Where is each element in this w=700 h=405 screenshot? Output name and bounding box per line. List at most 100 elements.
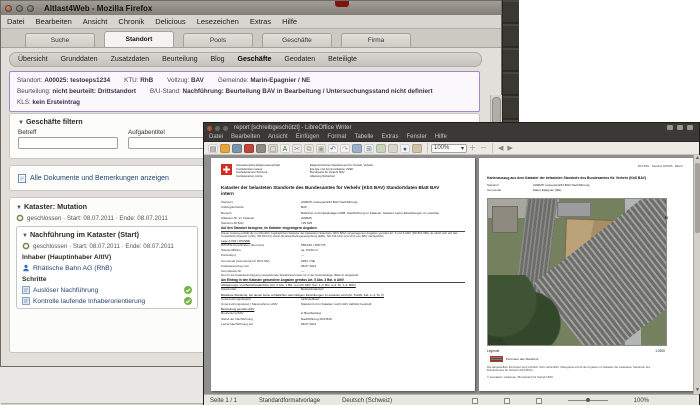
standort-infobox: Standort: A00025: testoeps1234 KTU: RhB Vo… [9,71,480,112]
new-document-icon[interactable]: ▤ [208,143,218,153]
single-page-view-icon[interactable] [471,397,478,404]
scroll-down-icon[interactable]: ▼ [694,387,700,394]
section-nav-item[interactable]: Geschäfte [238,56,272,63]
spelling-icon[interactable]: A [280,143,290,153]
close-icon[interactable] [207,125,212,131]
app-tab[interactable]: Geschäfte [262,33,332,47]
show-all-documents-link[interactable]: Alle Dokumente und Bemerkungen anzeigen [30,175,169,182]
language-indicator[interactable]: Deutsch (Schweiz) [342,398,392,404]
style-indicator[interactable]: Standardformatvorlage [259,398,320,404]
zoom-in-icon[interactable]: ＋ [469,143,476,153]
next-page-icon[interactable]: ▶ [507,144,512,152]
menu-item[interactable]: Chronik [118,17,144,26]
section-nav-item[interactable]: Geodaten [284,56,315,63]
trees [488,274,563,345]
map-footnote: Die dargestellten Perimeter sind rechtli… [487,364,651,373]
app-tab[interactable]: Pools [183,33,253,47]
save-icon[interactable] [232,143,242,153]
export-pdf-icon[interactable] [244,143,254,153]
prev-page-icon[interactable]: ◀ [498,144,503,152]
zoom-slider[interactable] [567,398,608,402]
app-tab[interactable]: Standort [104,31,174,47]
menu-item[interactable]: Format [327,134,346,140]
menu-item[interactable]: Hilfe [282,17,297,26]
toolbar-separator [492,143,493,153]
print-icon[interactable] [256,143,266,153]
section-nav-item[interactable]: Blog [211,56,225,63]
menu-item[interactable]: Datei [209,134,223,140]
section-nav-item[interactable]: Beurteilung [162,56,197,63]
menu-item[interactable]: Einfügen [296,134,320,140]
filter-input[interactable] [18,137,118,149]
find-icon[interactable] [388,143,398,153]
desktop: Altlast4Web - Mozilla Firefox Datei Bearb… [0,0,700,405]
schritte-label: Schritte [22,276,47,283]
print-preview-icon[interactable]: ▢ [268,143,278,153]
book-view-icon[interactable] [535,397,542,404]
department-line: Abteilung Sicherheit [309,173,335,178]
firefox-titlebar[interactable]: Altlast4Web - Mozilla Firefox [1,1,501,15]
redo-icon[interactable]: ↷ [340,143,350,153]
inhaber-link[interactable]: Rhätische Bahn AG (RhB) [33,265,112,272]
map-copyright: © Geodaten: swisstopo / Bundesamt für Ve… [487,375,554,380]
nachfuehrung-header[interactable]: ▼ Nachführung im Kataster (Start) [22,230,192,239]
navigator-icon[interactable]: ● [400,143,410,153]
drawing-icon[interactable] [376,143,386,153]
section-nav-item[interactable]: Beteiligte [328,56,357,63]
minimize-icon[interactable] [16,4,23,12]
info-pair: Vollzug: BAV [167,77,204,84]
keyboard-indicator-icon[interactable] [667,125,673,130]
menu-item[interactable]: Bearbeiten [36,17,72,26]
gear-icon [22,242,30,250]
section-nav: Übersicht Grunddaten Zusatzdaten Beurteilun… [9,52,482,67]
open-icon[interactable] [220,143,230,153]
maximize-icon[interactable] [223,125,228,131]
app-tab[interactable]: Suche [25,33,95,47]
paste-icon[interactable]: ▣ [316,143,326,153]
undo-icon[interactable]: ↶ [328,143,338,153]
table-icon[interactable]: ⊞ [364,143,374,153]
vertical-scrollbar[interactable]: ▲ ▼ [693,155,700,394]
menu-item[interactable]: Fenster [406,134,426,140]
menu-item[interactable]: Datei [7,17,25,26]
writer-titlebar[interactable]: report [schreibgeschützt] - LibreOffice … [204,123,699,133]
zoom-out-icon[interactable]: － [480,143,487,153]
menu-item[interactable]: Bearbeiten [231,134,260,140]
zoom-slider-handle[interactable] [585,398,590,402]
report-row: Untersuchungsstand / Massnahmen AltlV Sta… [221,302,372,307]
zoom-select[interactable]: 100% ▾ [431,143,467,153]
menu-item[interactable]: Extras [250,17,271,26]
minimize-icon[interactable] [215,125,220,131]
section-nav-item[interactable]: Übersicht [18,56,48,63]
step-link[interactable]: Kontrolle laufende Inhaberorientierung [33,298,145,305]
info-pair: Beurteilung: nicht beurteilt: Drittstand… [17,88,136,95]
hyperlink-icon[interactable] [352,143,362,153]
menu-item[interactable]: Hilfe [435,134,447,140]
document-area[interactable]: Schweizerische Eidgenossenschaft Confédér… [204,155,693,394]
kataster-panel-header[interactable]: ▼ Kataster: Mutation [16,202,198,211]
menu-item[interactable]: Extras [381,134,398,140]
section-nav-item[interactable]: Grunddaten [61,56,98,63]
menu-item[interactable]: Ansicht [83,17,108,26]
step-link[interactable]: Auslöser Nachführung [33,287,98,294]
task-icon [22,297,30,305]
maximize-icon[interactable] [27,4,34,12]
app-tab[interactable]: Firma [341,33,411,47]
section-nav-item[interactable]: Zusatzdaten [111,56,150,63]
report-title: Kataster der belasteten Standorte des Bu… [221,185,440,196]
gallery-icon[interactable] [412,143,422,153]
scrollbar-thumb[interactable] [695,163,700,233]
nachfuehrung-box: ▼ Nachführung im Kataster (Start) geschlo… [16,226,198,309]
volume-indicator-icon[interactable] [677,125,683,130]
multi-page-view-icon[interactable] [503,397,510,404]
menu-item[interactable]: Ansicht [268,134,288,140]
map-info-row: Gemeinde Marin-Epagnier (NE) [487,188,562,193]
menu-item[interactable]: Delicious [155,17,185,26]
menu-item[interactable]: Lesezeichen [197,17,239,26]
battery-indicator-icon[interactable] [687,125,693,130]
close-icon[interactable] [5,4,12,12]
menu-item[interactable]: Tabelle [354,134,373,140]
scroll-up-icon[interactable]: ▲ [694,155,700,162]
cut-icon[interactable]: ✂ [292,143,302,153]
copy-icon[interactable]: ⧉ [304,143,314,153]
